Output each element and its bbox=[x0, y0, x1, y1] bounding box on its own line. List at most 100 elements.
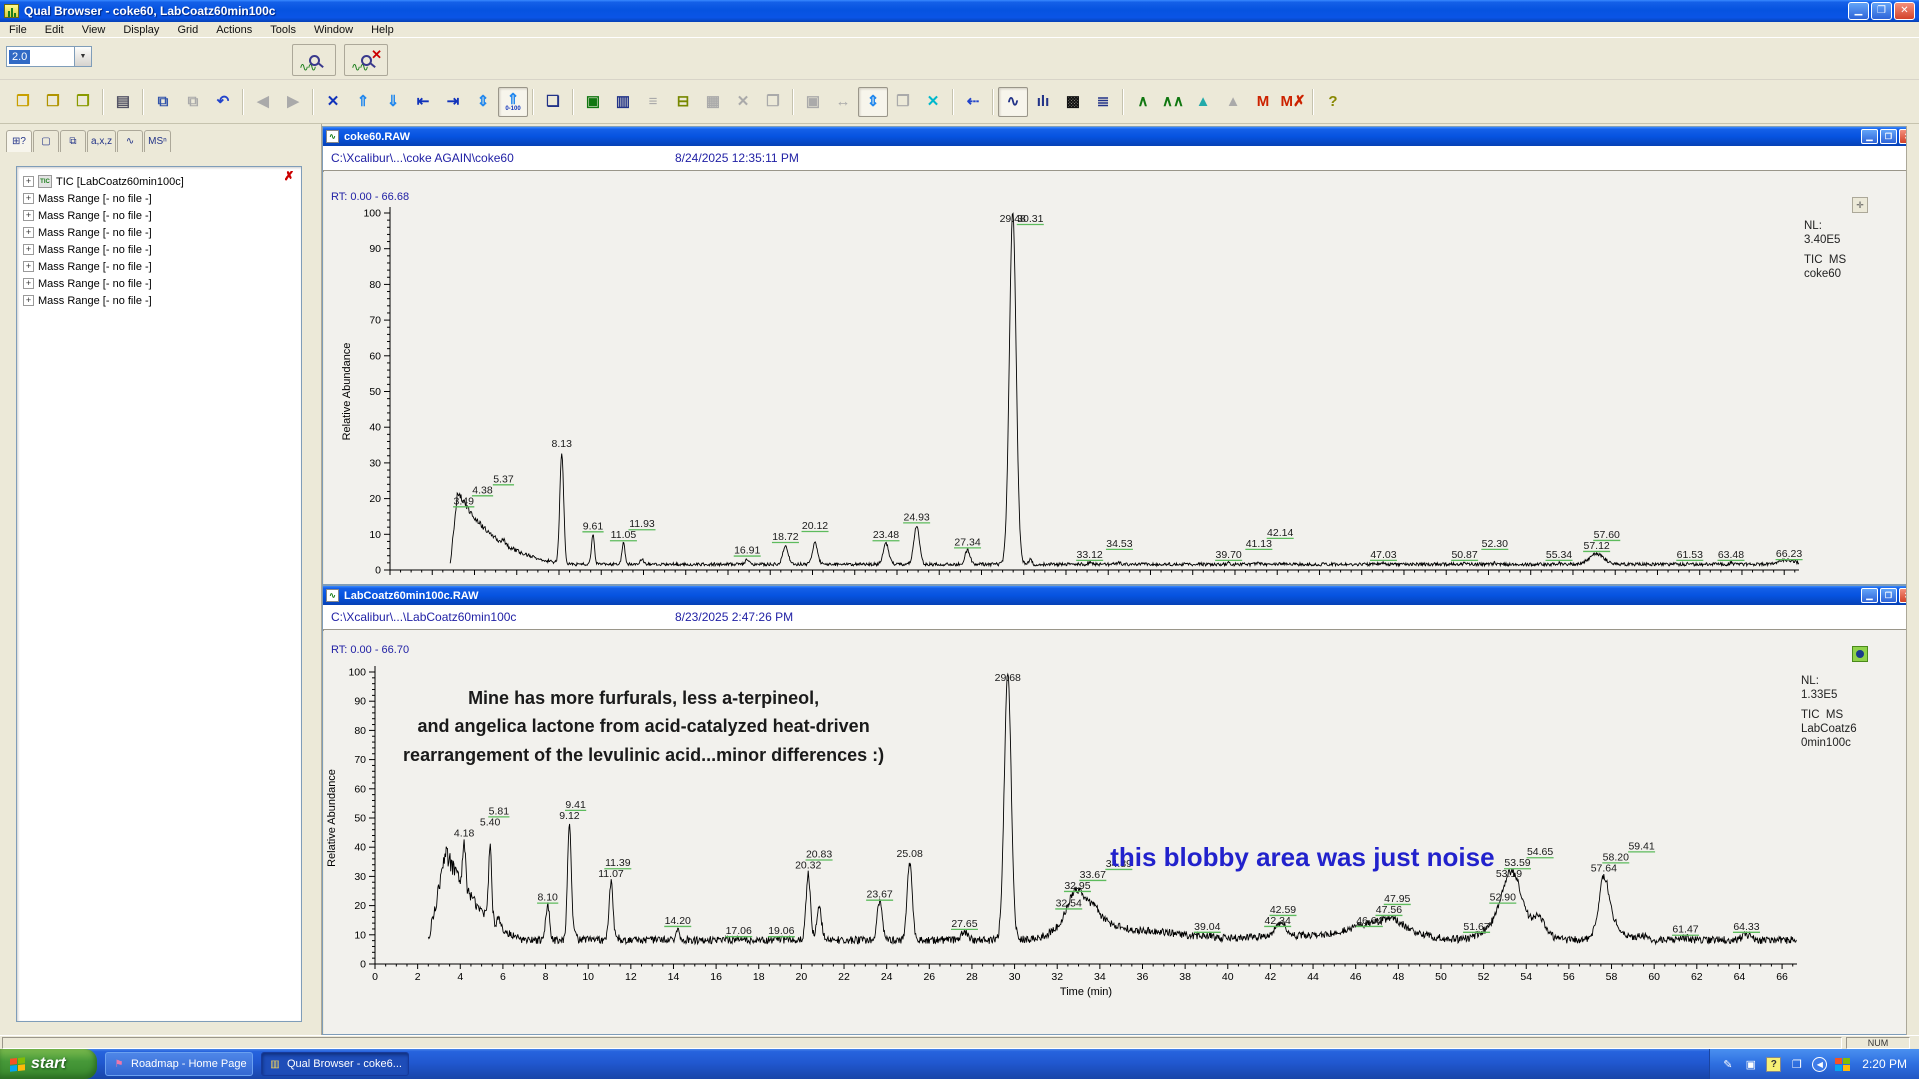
minimize-button[interactable]: ▁ bbox=[1848, 2, 1869, 20]
hide-icons-chevron[interactable]: ◀ bbox=[1812, 1057, 1827, 1072]
tab-cell[interactable]: ▢ bbox=[33, 130, 59, 152]
chromatogram-coke60[interactable]: 0102030405060708090100Relative Abundance… bbox=[324, 171, 1917, 584]
tree-expander-icon[interactable]: + bbox=[23, 210, 34, 221]
pan-right-button[interactable]: ⇥ bbox=[438, 87, 468, 117]
tab-msn[interactable]: MSⁿ bbox=[144, 130, 171, 152]
reset-zoom-button[interactable]: ✕ bbox=[918, 87, 948, 117]
fit-vertical-button[interactable]: ⇕ bbox=[858, 87, 888, 117]
tree-item-1[interactable]: +✗Mass Range [- no file -] bbox=[19, 190, 299, 207]
tree-item-7[interactable]: +✗Mass Range [- no file -] bbox=[19, 292, 299, 309]
menu-window[interactable]: Window bbox=[305, 23, 362, 37]
scale-down-button[interactable]: ⇓ bbox=[378, 87, 408, 117]
ranges-tree[interactable]: +TICTIC [LabCoatz60min100c]+✗Mass Range … bbox=[16, 166, 302, 1022]
peak-label: 4.18 bbox=[454, 827, 475, 839]
peak-label: 32.54 bbox=[1056, 897, 1082, 909]
open-raw-button[interactable]: ❒ bbox=[38, 87, 68, 117]
library-search-button[interactable]: M bbox=[1248, 87, 1278, 117]
add-peak-button[interactable]: ▲ bbox=[1188, 87, 1218, 117]
scale-up-button[interactable]: ⇑ bbox=[348, 87, 378, 117]
menu-help[interactable]: Help bbox=[362, 23, 403, 37]
tree-item-6[interactable]: +✗Mass Range [- no file -] bbox=[19, 275, 299, 292]
tree-expander-icon[interactable]: + bbox=[23, 278, 34, 289]
menu-tools[interactable]: Tools bbox=[261, 23, 305, 37]
pan-left-button[interactable]: ⇤ bbox=[408, 87, 438, 117]
tab-nodes[interactable]: ⧉ bbox=[60, 130, 86, 152]
panel2-title-bar[interactable]: ∿ LabCoatz60min100c.RAW ▁ ❐ ✕ bbox=[323, 586, 1918, 605]
tree-item-3[interactable]: +✗Mass Range [- no file -] bbox=[19, 224, 299, 241]
tree-expander-icon[interactable]: + bbox=[23, 176, 34, 187]
spectrum-view-button[interactable]: ılı bbox=[1028, 87, 1058, 117]
expand-cell-button[interactable]: ✕ bbox=[318, 87, 348, 117]
peak-detect-button[interactable]: ∧ bbox=[1128, 87, 1158, 117]
tree-item-5[interactable]: +✗Mass Range [- no file -] bbox=[19, 258, 299, 275]
print-button[interactable]: ▤ bbox=[108, 87, 138, 117]
maximize-button[interactable]: ❐ bbox=[1871, 2, 1892, 20]
tree-expander-icon[interactable]: + bbox=[23, 244, 34, 255]
tab-info[interactable]: ⊞? bbox=[6, 130, 32, 152]
windows-tray-icon[interactable] bbox=[1835, 1058, 1850, 1071]
tab-axz[interactable]: a,x,z bbox=[87, 130, 116, 152]
menu-file[interactable]: File bbox=[0, 23, 36, 37]
rotate-button: ✕ bbox=[728, 87, 758, 117]
info-view-panel: ⊞?▢⧉a,x,z∿MSⁿ +TICTIC [LabCoatz60min100c… bbox=[0, 124, 322, 1035]
panel2-minimize-button[interactable]: ▁ bbox=[1861, 588, 1878, 603]
autorange-y-button[interactable]: ⇕ bbox=[468, 87, 498, 117]
x-tick-label: 12 bbox=[625, 971, 637, 983]
insert-cell-button[interactable]: ❏ bbox=[538, 87, 568, 117]
panel1-minimize-button[interactable]: ▁ bbox=[1861, 129, 1878, 144]
menu-display[interactable]: Display bbox=[114, 23, 168, 37]
menu-view[interactable]: View bbox=[73, 23, 115, 37]
cell-info-button[interactable]: ⊟ bbox=[668, 87, 698, 117]
tree-expander-icon[interactable]: + bbox=[23, 227, 34, 238]
tree-expander-icon[interactable]: + bbox=[23, 295, 34, 306]
taskbar-task[interactable]: ⚑Roadmap - Home Page bbox=[105, 1052, 253, 1076]
copy-button[interactable]: ⧉ bbox=[148, 87, 178, 117]
tablet-tray-icon[interactable]: ▣ bbox=[1743, 1057, 1758, 1072]
start-button[interactable]: start bbox=[0, 1049, 97, 1079]
help-tray-icon[interactable]: ? bbox=[1766, 1057, 1781, 1072]
display-options-button[interactable]: ▣ bbox=[578, 87, 608, 117]
tree-expander-icon[interactable]: + bbox=[23, 261, 34, 272]
status-bar: NUM bbox=[0, 1035, 1919, 1049]
panel1-info-row: C:\Xcalibur\...\coke AGAIN\coke60 8/24/2… bbox=[323, 146, 1918, 172]
close-button[interactable]: ✕ bbox=[1894, 2, 1915, 20]
map-view-button[interactable]: ▩ bbox=[1058, 87, 1088, 117]
tree-item-2[interactable]: +✗Mass Range [- no file -] bbox=[19, 207, 299, 224]
undo-button[interactable]: ↶ bbox=[208, 87, 238, 117]
normalize-0-100-button[interactable]: ⇑0-100 bbox=[498, 87, 528, 117]
list-view-button[interactable]: ≣ bbox=[1088, 87, 1118, 117]
library-clear-button[interactable]: M✗ bbox=[1278, 87, 1308, 117]
panel2-chart-area[interactable]: RT: 0.00 - 66.70 NL:1.33E5TIC MSLabCoatz… bbox=[324, 630, 1917, 1034]
tree-item-4[interactable]: +✗Mass Range [- no file -] bbox=[19, 241, 299, 258]
tab-chro[interactable]: ∿ bbox=[117, 130, 143, 152]
window-tray-icon[interactable]: ❐ bbox=[1789, 1057, 1804, 1072]
x-tick-label: 40 bbox=[1222, 971, 1234, 983]
peak-detect-all-button[interactable]: ∧∧ bbox=[1158, 87, 1188, 117]
prev-trace-button[interactable]: ⇠ bbox=[958, 87, 988, 117]
open-file-button[interactable]: ❒ bbox=[8, 87, 38, 117]
clear-zoom-range-button[interactable]: ∿∿ ✕ bbox=[344, 44, 388, 76]
right-splitter-strip[interactable] bbox=[1906, 126, 1919, 1035]
tree-expander-icon[interactable]: + bbox=[23, 193, 34, 204]
help-button[interactable]: ? bbox=[1318, 87, 1348, 117]
open-sequence-button[interactable]: ❒ bbox=[68, 87, 98, 117]
peak-label: 47.03 bbox=[1370, 549, 1396, 561]
chromatogram-labcoatz60min100c[interactable]: 0102030405060708090100Relative Abundance… bbox=[324, 630, 1917, 1034]
panel1-chart-area[interactable]: RT: 0.00 - 66.68 NL:3.40E5TIC MScoke60 ✛… bbox=[324, 171, 1917, 584]
chromatogram-view-button[interactable]: ∿ bbox=[998, 87, 1028, 117]
zoom-range-combobox[interactable]: 2.0 ▼ bbox=[6, 46, 92, 67]
menu-grid[interactable]: Grid bbox=[168, 23, 207, 37]
toolbar-separator bbox=[1312, 89, 1314, 115]
apply-zoom-range-button[interactable]: ∿∿ bbox=[292, 44, 336, 76]
tree-item-0[interactable]: +TICTIC [LabCoatz60min100c] bbox=[19, 173, 299, 190]
panel1-title-bar[interactable]: ∿ coke60.RAW ▁ ❐ ✕ bbox=[323, 127, 1918, 146]
combo-dropdown-arrow[interactable]: ▼ bbox=[74, 47, 91, 66]
report-view-button[interactable]: ▥ bbox=[608, 87, 638, 117]
panel2-maximize-button[interactable]: ❐ bbox=[1880, 588, 1897, 603]
menu-edit[interactable]: Edit bbox=[36, 23, 73, 37]
panel1-maximize-button[interactable]: ❐ bbox=[1880, 129, 1897, 144]
taskbar-task[interactable]: ▥Qual Browser - coke6... bbox=[261, 1052, 409, 1076]
menu-actions[interactable]: Actions bbox=[207, 23, 261, 37]
pen-tray-icon[interactable]: ✎ bbox=[1720, 1057, 1735, 1072]
peak-label: 47.95 bbox=[1384, 893, 1410, 905]
